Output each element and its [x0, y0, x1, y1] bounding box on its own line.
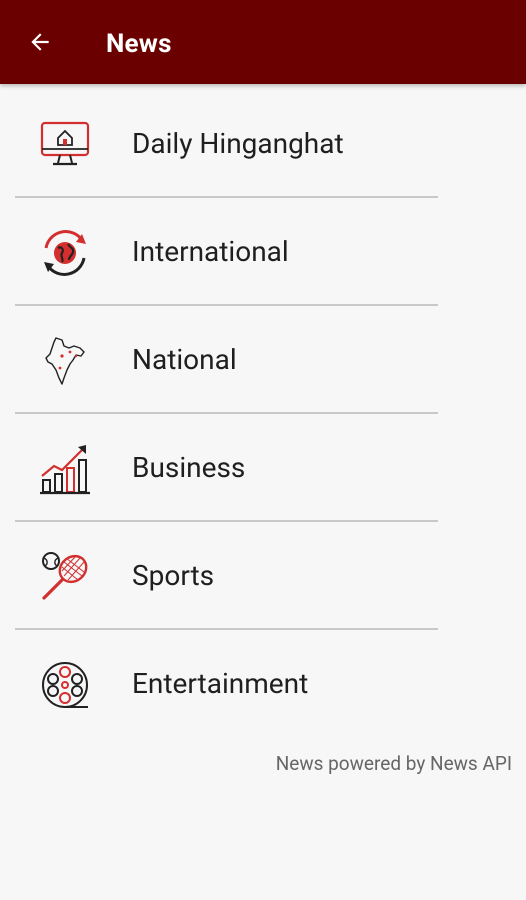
- globe-refresh-icon: [44, 230, 86, 276]
- category-item-daily-hinganghat[interactable]: Daily Hinganghat: [0, 90, 526, 198]
- footer-credit: News powered by News API: [275, 752, 512, 775]
- category-label: Business: [132, 451, 246, 484]
- category-item-sports[interactable]: Sports: [0, 522, 526, 630]
- back-button[interactable]: [20, 22, 60, 62]
- category-label: National: [132, 343, 237, 376]
- page-title: News: [106, 29, 172, 59]
- india-map-icon: [45, 337, 85, 385]
- category-item-business[interactable]: Business: [0, 414, 526, 522]
- category-item-national[interactable]: National: [0, 306, 526, 414]
- growth-chart-icon: [40, 445, 90, 495]
- film-reel-icon: [42, 662, 88, 708]
- app-bar: News: [0, 0, 526, 84]
- arrow-left-icon: [31, 33, 49, 51]
- category-label: Entertainment: [132, 667, 309, 700]
- category-label: International: [132, 235, 289, 268]
- category-item-international[interactable]: International: [0, 198, 526, 306]
- tennis-racket-icon: [42, 552, 88, 600]
- category-list: Daily Hinganghat International National: [0, 90, 526, 738]
- category-label: Daily Hinganghat: [132, 127, 344, 160]
- monitor-home-icon: [40, 121, 90, 166]
- category-label: Sports: [132, 559, 215, 592]
- category-item-entertainment[interactable]: Entertainment: [0, 630, 526, 738]
